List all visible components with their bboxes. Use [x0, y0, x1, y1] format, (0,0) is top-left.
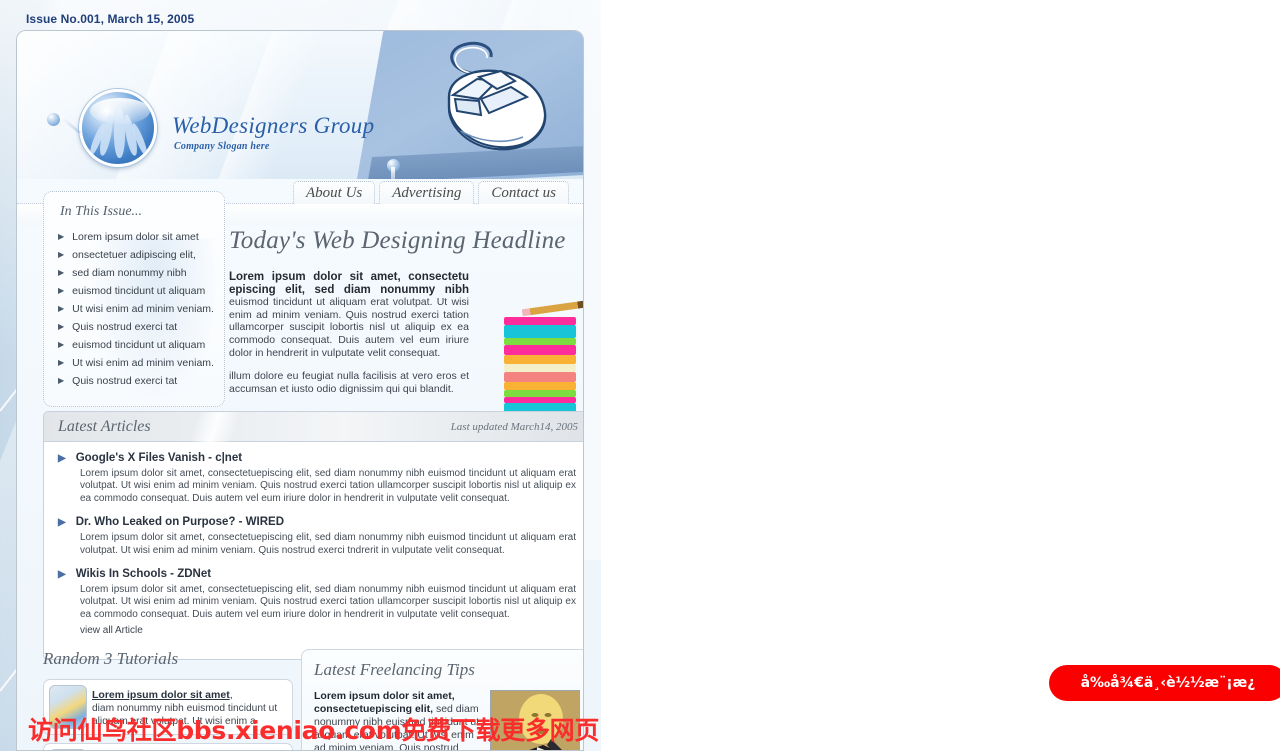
article-body: Lorem ipsum dolor sit amet, consectetuep…	[80, 584, 576, 620]
header-sheen	[189, 412, 241, 442]
person-illustration	[491, 691, 579, 750]
tutorial-title-link[interactable]: Lorem ipsum dolor sit amet	[92, 689, 230, 701]
latest-articles-header: Latest Articles Last updated March14, 20…	[44, 412, 583, 442]
latest-articles-body: ▶ Google's X Files Vanish - c|net Lorem …	[44, 442, 583, 659]
view-all-articles-link[interactable]: view all Article	[80, 625, 576, 636]
list-item: ▶ Google's X Files Vanish - c|net Lorem …	[58, 452, 576, 505]
list-item-label: Ut wisi enim ad minim veniam.	[72, 303, 214, 315]
triangle-right-icon: ▶	[58, 286, 65, 295]
list-item: ▶ Dr. Who Leaked on Purpose? - WIRED Lor…	[58, 516, 576, 557]
triangle-right-icon: ▶	[58, 304, 65, 313]
pin-stem	[59, 114, 81, 135]
list-item[interactable]: Lorem ipsum dolor sit amet, diam nonummy…	[43, 679, 293, 735]
lead-article-body: Lorem ipsum dolor sit amet, consectetu e…	[229, 271, 583, 437]
list-item-label: Quis nostrud exerci tat	[72, 375, 178, 387]
computer-mouse-icon	[447, 41, 547, 151]
main-navigation: About Us Advertising Contact us	[293, 181, 569, 204]
site-header: WebDesigners Group Company Slogan here	[17, 31, 583, 179]
lead-intro-bold: Lorem ipsum dolor sit amet, consectetu e…	[229, 271, 469, 296]
tutorial-thumbnail	[49, 685, 87, 729]
brand-slogan: Company Slogan here	[174, 141, 270, 152]
in-this-issue-box: In This Issue... ▶ Lorem ipsum dolor sit …	[43, 191, 225, 407]
in-this-issue-list: ▶ Lorem ipsum dolor sit amet ▶ onsectetuer…	[58, 228, 224, 390]
article-title-text: Dr. Who Leaked on Purpose? - WIRED	[75, 516, 284, 529]
list-item[interactable]: ▶ Lorem ipsum dolor sit amet	[58, 228, 224, 246]
latest-articles-title: Latest Articles	[58, 417, 151, 435]
page-root: Issue No.001, March 15, 2005 WebDesigner…	[0, 0, 1280, 751]
pin-stem	[391, 167, 395, 179]
freelancing-tips-panel: Latest Freelancing Tips Lorem ipsum dolo…	[301, 649, 583, 750]
tutorial-body: diam nonummy nibh euismod tincidunt ut a…	[92, 703, 278, 727]
pencil-icon	[521, 300, 583, 317]
brand-name: WebDesigners Group	[172, 113, 375, 138]
article-title-text: Wikis In Schools - ZDNet	[75, 568, 212, 581]
pin-icon	[47, 113, 60, 126]
tips-photo	[490, 690, 580, 750]
list-item[interactable]: Lorem ipsum dolor sit amet, diam nonummy…	[43, 743, 293, 750]
triangle-right-icon: ▶	[58, 250, 65, 259]
lead-paragraph-two: illum dolore eu feugiat nulla facilisis …	[229, 370, 469, 395]
list-item[interactable]: ▶ onsectetuer adipiscing elit,	[58, 246, 224, 264]
lead-intro-rest: euismod tincidunt ut aliquam erat volutp…	[229, 296, 469, 359]
article-title-link[interactable]: ▶ Dr. Who Leaked on Purpose? - WIRED	[58, 516, 576, 528]
download-template-button[interactable]: å‰å¾€ä¸‹è½½æ¨¡æ¿	[1049, 665, 1280, 701]
tab-about-us[interactable]: About Us	[293, 181, 376, 204]
freelancing-tips-title: Latest Freelancing Tips	[314, 660, 475, 679]
newsletter-shell: WebDesigners Group Company Slogan here A…	[16, 30, 584, 751]
triangle-right-icon: ▶	[58, 568, 66, 580]
lead-paragraph-one: Lorem ipsum dolor sit amet, consectetu e…	[229, 271, 469, 359]
list-item-label: sed diam nonummy nibh	[72, 267, 187, 279]
random-tutorials-title: Random 3 Tutorials	[43, 649, 179, 668]
article-title-link[interactable]: ▶ Google's X Files Vanish - c|net	[58, 452, 576, 464]
list-item: ▶ Wikis In Schools - ZDNet Lorem ipsum d…	[58, 568, 576, 636]
triangle-right-icon: ▶	[58, 516, 66, 528]
triangle-right-icon: ▶	[58, 268, 65, 277]
list-item-label: euismod tincidunt ut aliquam	[72, 285, 206, 297]
triangle-right-icon: ▶	[58, 376, 65, 385]
freelancing-tips-body: Lorem ipsum dolor sit amet, consectetuep…	[302, 690, 583, 750]
list-item-label: Lorem ipsum dolor sit amet	[72, 231, 199, 243]
list-item-label: onsectetuer adipiscing elit,	[72, 249, 196, 261]
tutorial-title-tail: ,	[229, 689, 233, 701]
page-title: Today's Web Designing Headline	[229, 227, 566, 254]
logo-mark	[79, 89, 157, 167]
list-item[interactable]: ▶ euismod tincidunt ut aliquam	[58, 282, 224, 300]
tab-advertising[interactable]: Advertising	[379, 181, 475, 204]
article-title-text: Google's X Files Vanish - c|net	[75, 452, 243, 464]
tutorial-text: Lorem ipsum dolor sit amet, diam nonummy…	[92, 685, 285, 729]
triangle-right-icon: ▶	[58, 358, 65, 367]
list-item-label: Quis nostrud exerci tat	[72, 321, 178, 333]
in-this-issue-title: In This Issue...	[60, 204, 143, 219]
lead-article: Today's Web Designing Headline Lorem ips…	[229, 227, 583, 437]
triangle-right-icon: ▶	[58, 452, 66, 464]
article-body: Lorem ipsum dolor sit amet, consectetuep…	[80, 468, 576, 504]
list-item[interactable]: ▶ sed diam nonummy nibh	[58, 264, 224, 282]
last-updated-label: Last updated March14, 2005	[450, 420, 578, 433]
triangle-right-icon: ▶	[58, 340, 65, 349]
tab-contact-us[interactable]: Contact us	[478, 181, 569, 204]
logo-glare	[90, 98, 150, 124]
triangle-right-icon: ▶	[58, 322, 65, 331]
latest-articles-panel: Latest Articles Last updated March14, 20…	[43, 411, 583, 661]
tips-paragraph: Lorem ipsum dolor sit amet, consectetuep…	[314, 690, 480, 750]
list-item[interactable]: ▶ Quis nostrud exerci tat	[58, 318, 224, 336]
list-item[interactable]: ▶ Ut wisi enim ad minim veniam.	[58, 354, 224, 372]
list-item[interactable]: ▶ Quis nostrud exerci tat	[58, 372, 224, 390]
triangle-right-icon: ▶	[58, 232, 65, 241]
random-tutorials-section: Random 3 Tutorials Lorem ipsum dolor sit…	[43, 649, 293, 750]
issue-line: Issue No.001, March 15, 2005	[26, 12, 195, 26]
article-title-link[interactable]: ▶ Wikis In Schools - ZDNet	[58, 568, 576, 580]
list-item[interactable]: ▶ euismod tincidunt ut aliquam	[58, 336, 224, 354]
list-item[interactable]: ▶ Ut wisi enim ad minim veniam.	[58, 300, 224, 318]
article-body: Lorem ipsum dolor sit amet, consectetuep…	[80, 532, 576, 556]
list-item-label: euismod tincidunt ut aliquam	[72, 339, 206, 351]
list-item-label: Ut wisi enim ad minim veniam.	[72, 357, 214, 369]
